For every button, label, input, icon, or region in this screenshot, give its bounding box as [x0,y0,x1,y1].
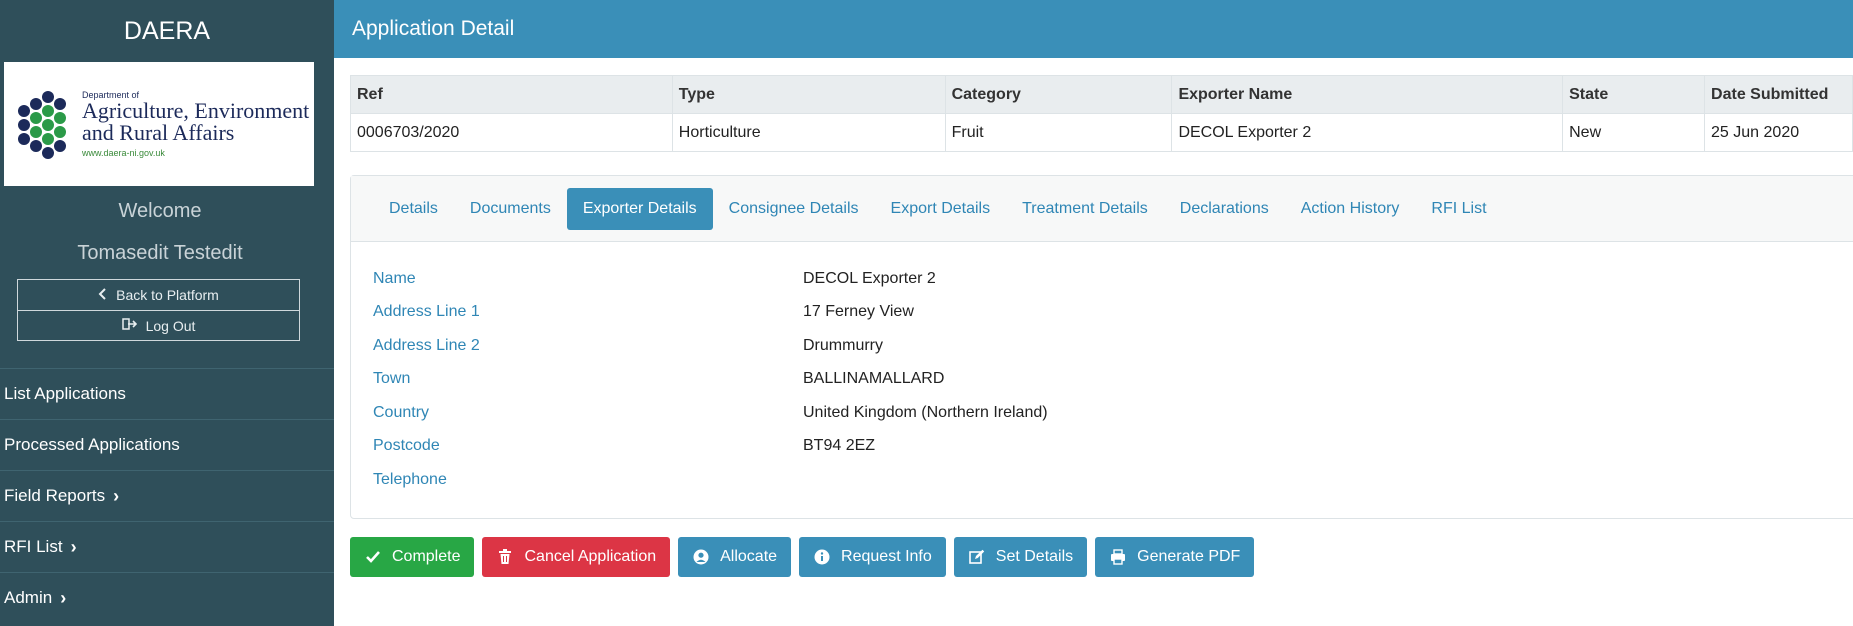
tab-bar: Details Documents Exporter Details Consi… [351,176,1853,242]
allocate-button[interactable]: Allocate [678,537,792,577]
log-out-button[interactable]: Log Out [17,310,300,341]
generate-pdf-button[interactable]: Generate PDF [1095,537,1255,577]
exporter-details-list: Name DECOL Exporter 2 Address Line 1 17 … [373,262,1048,497]
logo-line1: Agriculture, Environment [82,98,310,123]
sidebar-item-label: Processed Applications [4,435,180,454]
field-address-line-2: Address Line 2 Drummurry [373,329,1048,363]
sidebar-item-processed-applications[interactable]: Processed Applications [0,419,334,470]
sidebar-item-label: Admin [4,588,53,607]
tab-details[interactable]: Details [373,188,454,230]
check-icon [364,548,382,566]
tab-consignee-details[interactable]: Consignee Details [713,188,875,230]
sidebar-item-rfi-list[interactable]: RFI List › [0,521,334,572]
cell-category: Fruit [944,113,1173,152]
detail-panel: Details Documents Exporter Details Consi… [350,175,1853,519]
set-details-label: Set Details [995,548,1074,565]
field-label: Town [373,370,411,388]
request-info-label: Request Info [841,548,932,565]
table-header-row: Ref Type Category Exporter Name State Da… [350,75,1853,114]
action-buttons: Complete Cancel Application Allocate Req… [350,537,1255,577]
sidebar-item-label: Field Reports [4,486,106,505]
field-value: 17 Ferney View [803,303,914,321]
cancel-application-label: Cancel Application [524,548,657,565]
field-label: Address Line 1 [373,303,480,321]
cell-exporter-name: DECOL Exporter 2 [1171,113,1564,152]
back-to-platform-button[interactable]: Back to Platform [17,279,300,310]
field-address-line-1: Address Line 1 17 Ferney View [373,296,1048,330]
column-header-category: Category [944,75,1173,114]
back-to-platform-label: Back to Platform [116,287,219,303]
logo-line2: and Rural Affairs [82,120,235,145]
logo-url: www.daera-ni.gov.uk [82,148,165,158]
sidebar-item-label: List Applications [4,384,126,403]
allocate-label: Allocate [720,548,778,565]
chevron-right-icon: › [70,536,77,557]
field-label: Telephone [373,470,447,488]
field-country: Country United Kingdom (Northern Ireland… [373,396,1048,430]
field-value: DECOL Exporter 2 [803,269,936,287]
cell-date-submitted: 25 Jun 2020 [1704,113,1853,152]
field-town: Town BALLINAMALLARD [373,363,1048,397]
application-summary-table: Ref Type Category Exporter Name State Da… [350,75,1853,152]
sidebar-item-label: RFI List [4,537,63,556]
field-value: Drummurry [803,336,883,354]
user-circle-icon [692,548,710,566]
chevron-right-icon: › [60,587,67,608]
field-value: BALLINAMALLARD [803,370,945,388]
user-name: Tomasedit Testedit [77,242,243,264]
tab-exporter-details[interactable]: Exporter Details [566,187,713,230]
sidebar-nav: List Applications Processed Applications… [0,368,334,623]
generate-pdf-label: Generate PDF [1137,548,1241,565]
log-out-label: Log Out [145,317,196,334]
field-label: Country [373,403,430,421]
print-icon [1109,548,1127,566]
field-telephone: Telephone [373,463,1048,497]
sidebar-item-admin[interactable]: Admin › [0,572,334,623]
brand-title: DAERA [123,16,211,45]
welcome-text: Welcome [118,200,202,222]
table-row: 0006703/2020 Horticulture Fruit DECOL Ex… [350,113,1853,152]
field-value: United Kingdom (Northern Ireland) [803,403,1048,421]
page-header: Application Detail [334,0,1853,58]
field-label: Name [373,269,416,287]
daera-logo-icon [16,89,72,159]
column-header-exporter-name: Exporter Name [1171,75,1564,114]
tab-declarations[interactable]: Declarations [1164,188,1285,230]
cancel-application-button[interactable]: Cancel Application [482,537,671,577]
sidebar: DAERA Department of Agriculture, Environ… [0,0,334,626]
edit-icon [968,548,986,566]
field-name: Name DECOL Exporter 2 [373,262,1048,296]
cell-state: New [1562,113,1706,152]
cell-type: Horticulture [671,113,946,152]
tab-action-history[interactable]: Action History [1285,188,1416,230]
column-header-state: State [1562,75,1706,114]
tab-export-details[interactable]: Export Details [875,188,1007,230]
trash-icon [496,548,514,566]
chevron-left-icon [98,287,108,303]
field-value: BT94 2EZ [803,437,876,455]
tab-documents[interactable]: Documents [454,188,567,230]
tab-treatment-details[interactable]: Treatment Details [1006,188,1164,230]
sidebar-item-list-applications[interactable]: List Applications [0,368,334,419]
column-header-ref: Ref [350,75,673,114]
sidebar-item-field-reports[interactable]: Field Reports › [0,470,334,521]
sign-out-icon [121,317,138,334]
column-header-date-submitted: Date Submitted [1704,75,1853,114]
info-circle-icon [813,548,831,566]
page-title: Application Detail [352,17,515,40]
field-label: Address Line 2 [373,336,480,354]
column-header-type: Type [671,75,946,114]
request-info-button[interactable]: Request Info [799,537,946,577]
daera-logo: Department of Agriculture, Environment a… [4,62,314,186]
chevron-right-icon: › [113,485,120,506]
field-label: Postcode [373,437,440,455]
field-postcode: Postcode BT94 2EZ [373,430,1048,464]
complete-label: Complete [392,548,461,565]
complete-button[interactable]: Complete [350,537,475,577]
set-details-button[interactable]: Set Details [953,537,1088,577]
tab-rfi-list[interactable]: RFI List [1415,188,1502,230]
cell-ref: 0006703/2020 [350,113,673,152]
